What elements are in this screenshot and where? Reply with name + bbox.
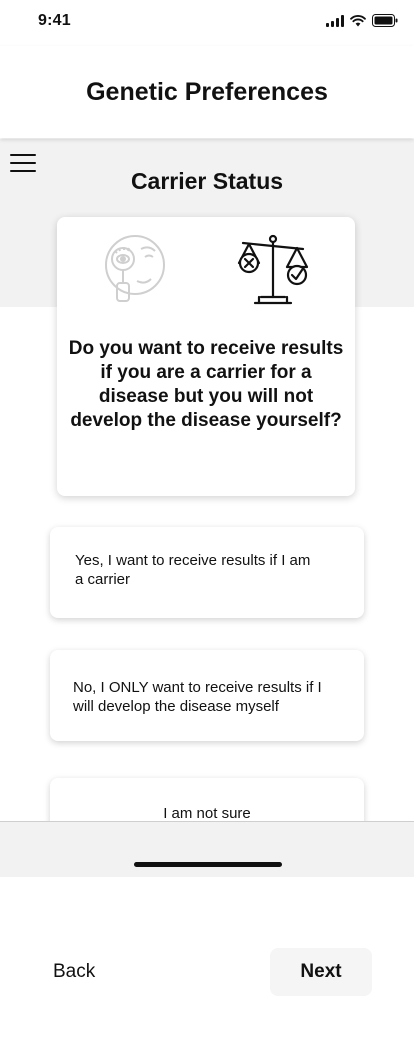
cellular-signal-icon	[326, 14, 344, 27]
next-button[interactable]: Next	[270, 948, 372, 996]
status-time: 9:41	[38, 12, 71, 29]
option-yes-carrier[interactable]: Yes, I want to receive results if I am a…	[50, 527, 364, 618]
wifi-icon	[350, 14, 366, 27]
home-indicator[interactable]	[134, 862, 282, 867]
app-header: Genetic Preferences	[0, 46, 414, 138]
option-no-only-develop[interactable]: No, I ONLY want to receive results if I …	[50, 650, 364, 741]
page-title: Genetic Preferences	[86, 78, 328, 106]
magnifier-eye-face-icon	[101, 231, 171, 312]
battery-icon	[372, 14, 398, 27]
section-title: Carrier Status	[130, 168, 284, 194]
option-label: Yes, I want to receive results if I am a…	[75, 552, 311, 588]
genetic-preferences-screen: 9:41 Genetic Preferences Carrier Status …	[0, 0, 414, 1054]
status-bar: 9:41	[0, 0, 414, 46]
back-button[interactable]: Back	[53, 961, 95, 983]
balance-scale-icon	[235, 233, 311, 312]
question-text: Do you want to receive results if you ar…	[68, 338, 344, 431]
option-label: No, I ONLY want to receive results if I …	[73, 679, 322, 715]
home-indicator-area	[0, 821, 414, 877]
question-card: Do you want to receive results if you ar…	[57, 217, 355, 496]
status-icons	[326, 14, 398, 27]
